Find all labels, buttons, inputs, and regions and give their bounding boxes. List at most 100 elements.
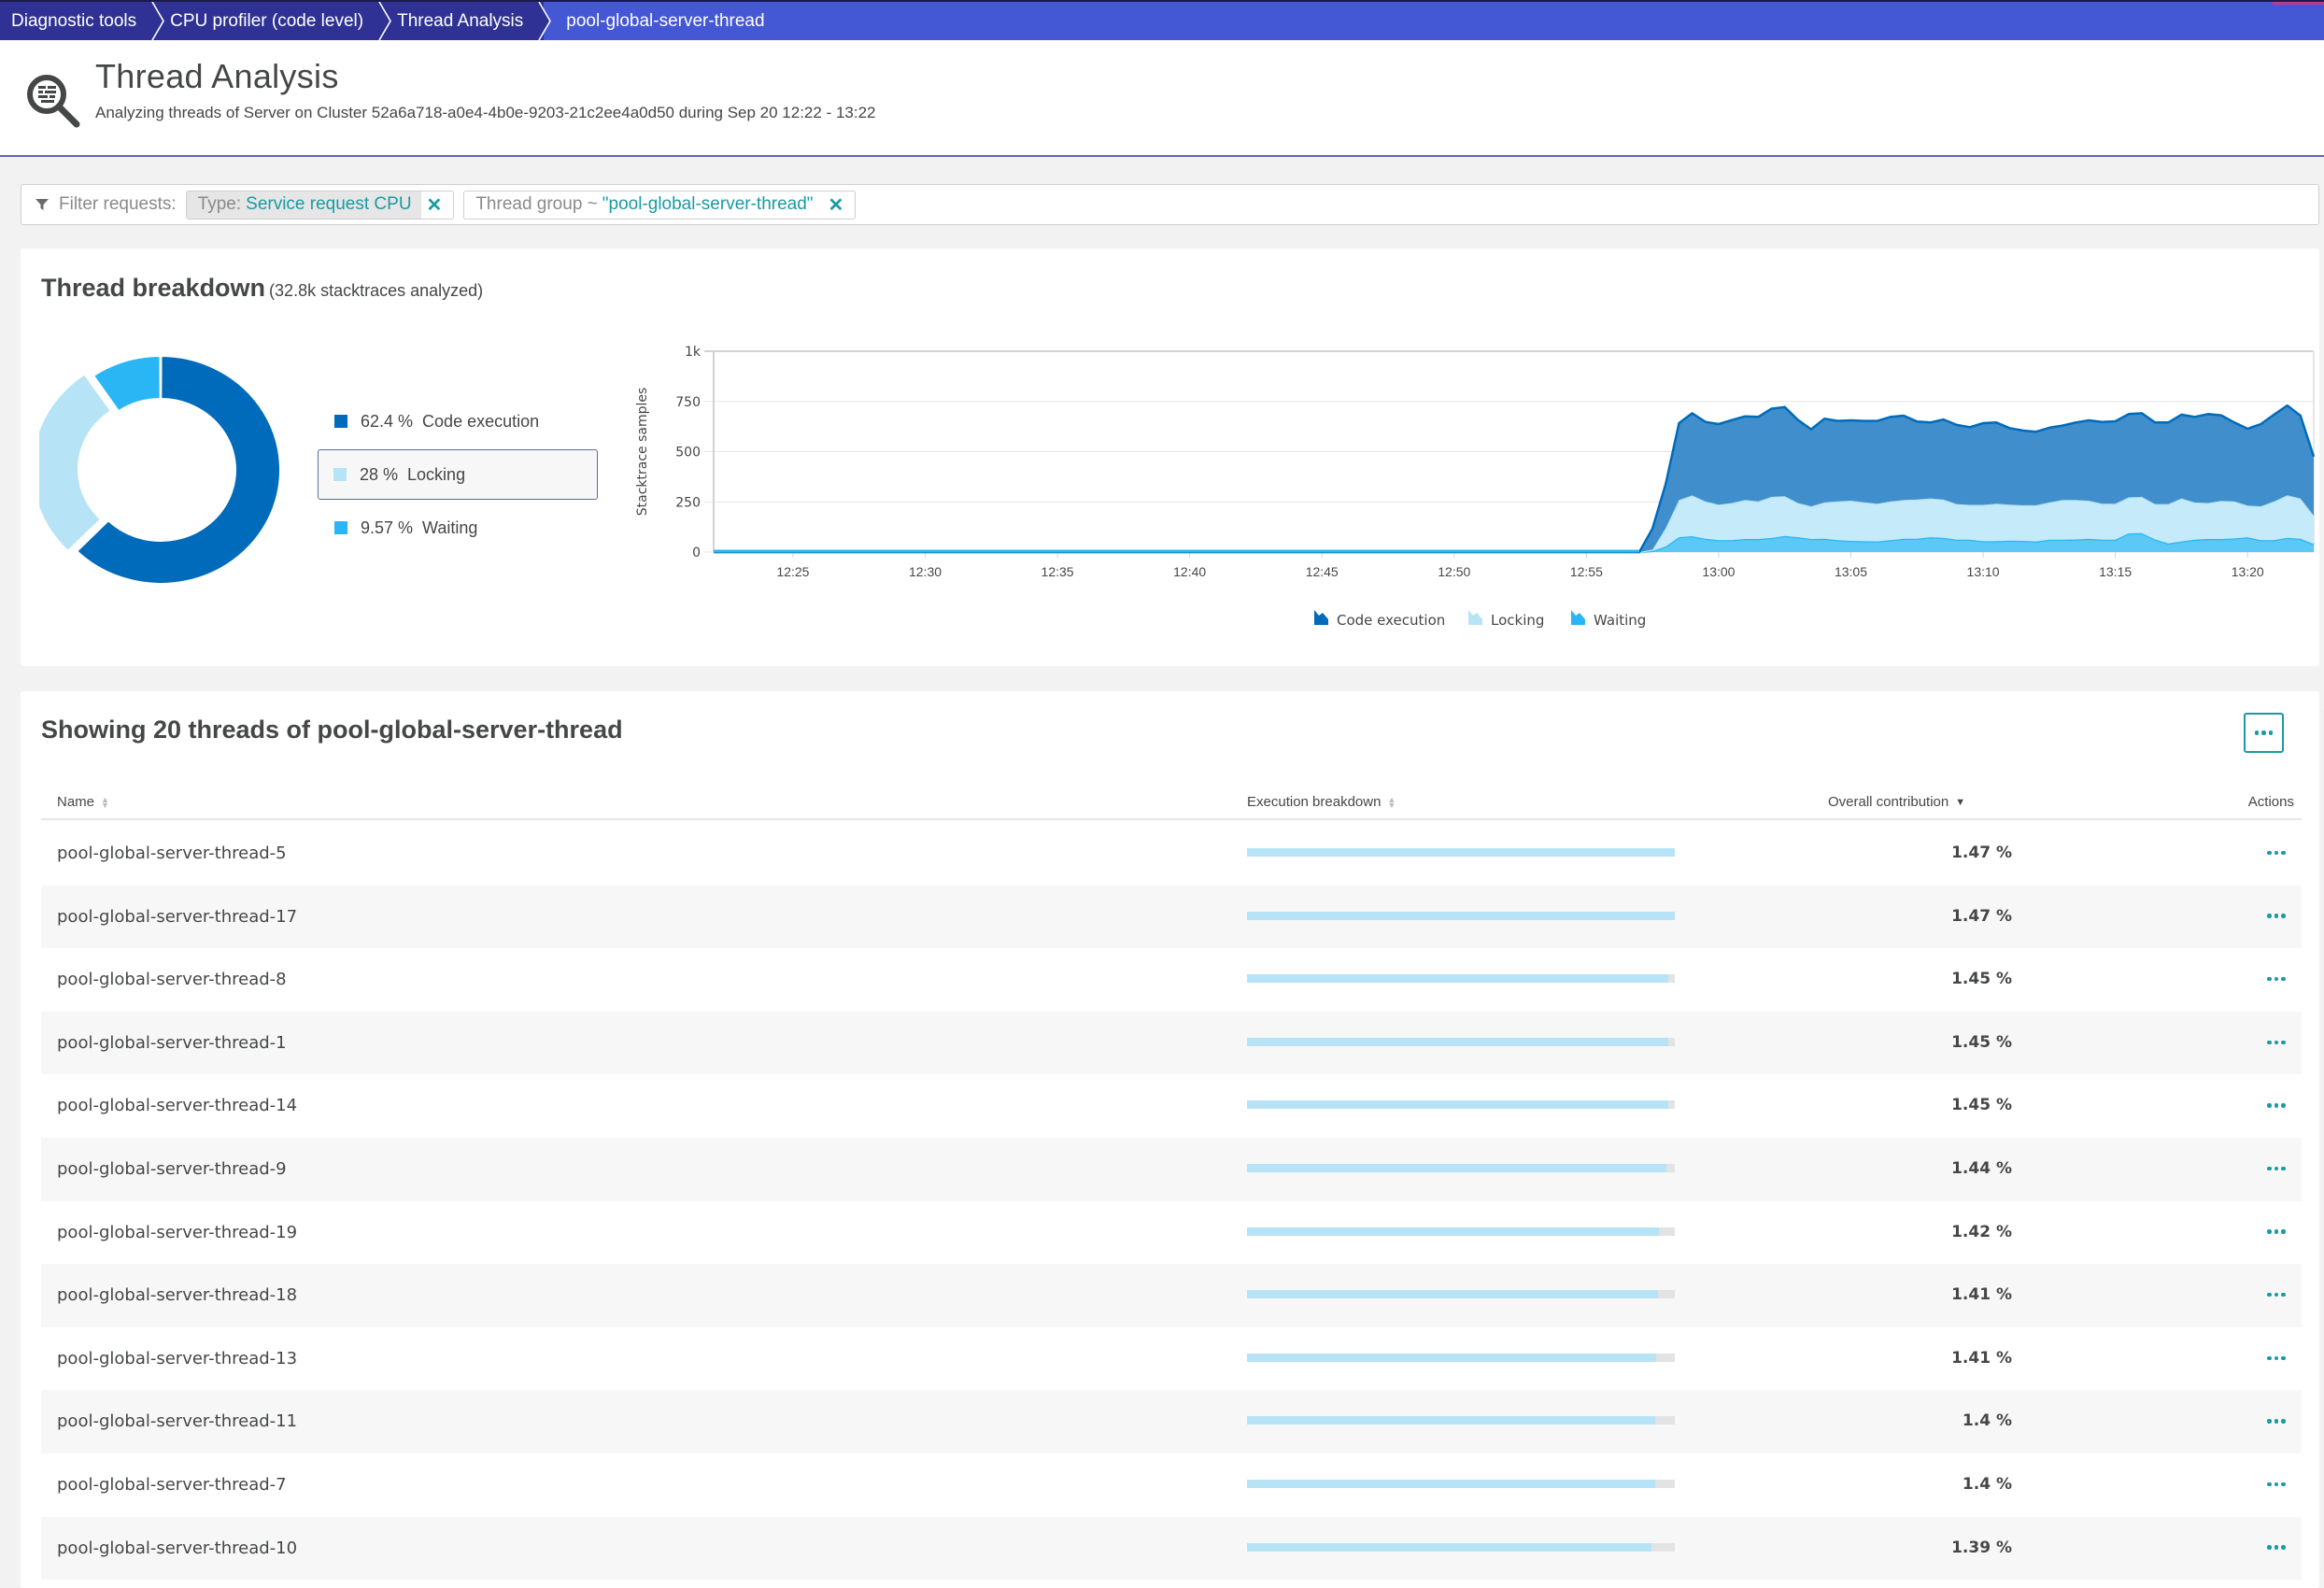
- overall-contribution-value: 1.44 %: [1951, 1158, 2012, 1178]
- chart-legend-label: Locking: [1491, 612, 1544, 629]
- execution-breakdown-fill: [1247, 1290, 1659, 1299]
- filter-chip-text: Type: Service request CPU: [186, 191, 421, 219]
- row-actions-button[interactable]: [2262, 1036, 2290, 1049]
- overall-contribution-value: 1.41 %: [1951, 1348, 2012, 1368]
- thread-name-link[interactable]: pool-global-server-thread-18: [57, 1285, 297, 1305]
- overall-contribution-value: 1.45 %: [1951, 970, 2012, 989]
- thread-name-link[interactable]: pool-global-server-thread-8: [57, 970, 287, 989]
- execution-breakdown-bar: [1247, 911, 1675, 920]
- row-actions-button[interactable]: [2262, 1288, 2290, 1301]
- remove-filter-icon[interactable]: ✕: [823, 193, 856, 217]
- row-actions-button[interactable]: [2262, 846, 2290, 859]
- more-options-button[interactable]: [2244, 713, 2284, 753]
- column-header-execution-breakdown[interactable]: Execution breakdown ▲ ▼: [1247, 794, 1396, 810]
- x-tick-label: 12:25: [776, 564, 809, 579]
- row-actions-button[interactable]: [2262, 910, 2290, 923]
- thread-name-link[interactable]: pool-global-server-thread-5: [57, 844, 287, 863]
- thread-name-link[interactable]: pool-global-server-thread-10: [57, 1538, 297, 1558]
- row-actions-button[interactable]: [2262, 1226, 2290, 1239]
- table-row[interactable]: pool-global-server-thread-1 1.45 %: [41, 1011, 2302, 1075]
- table-row[interactable]: pool-global-server-thread-11 1.4 %: [41, 1390, 2302, 1453]
- execution-breakdown-bar: [1247, 1037, 1675, 1046]
- execution-breakdown-fill: [1247, 1416, 1656, 1425]
- filter-chip-key: Thread group ~: [475, 194, 598, 214]
- table-row[interactable]: pool-global-server-thread-10 1.39 %: [41, 1516, 2302, 1581]
- table-row[interactable]: pool-global-server-thread-13 1.41 %: [41, 1327, 2302, 1391]
- thread-name-link[interactable]: pool-global-server-thread-7: [57, 1475, 287, 1495]
- remove-filter-icon[interactable]: ✕: [421, 193, 454, 217]
- column-header-name[interactable]: Name ▲ ▼: [57, 794, 109, 810]
- execution-breakdown-bar: [1247, 1290, 1675, 1299]
- more-icon: [2267, 1545, 2286, 1550]
- overall-contribution-value: 1.4 %: [1962, 1411, 2012, 1431]
- sort-icon: ▲ ▼: [101, 794, 109, 810]
- breadcrumb-label: Diagnostic tools: [11, 10, 137, 31]
- filter-bar[interactable]: Filter requests: Type: Service request C…: [21, 184, 2319, 225]
- execution-breakdown-bar: [1247, 848, 1675, 857]
- more-icon: [2267, 976, 2286, 982]
- filter-label: Filter requests:: [59, 194, 177, 214]
- y-tick-label: 0: [692, 546, 701, 560]
- row-actions-button[interactable]: [2262, 1478, 2290, 1491]
- threads-table-body: pool-global-server-thread-5 1.47 % pool-gl…: [41, 822, 2302, 1581]
- chart-legend-item[interactable]: Locking: [1468, 610, 1544, 629]
- row-actions-button[interactable]: [2262, 1414, 2290, 1427]
- breadcrumb: Diagnostic tools CPU profiler (code leve…: [0, 0, 2324, 40]
- breakdown-donut-chart: [39, 354, 281, 585]
- column-header-overall-contribution[interactable]: Overall contribution ▼: [1828, 794, 1965, 810]
- sort-icon: ▲ ▼: [1387, 794, 1396, 810]
- execution-breakdown-fill: [1247, 1479, 1656, 1488]
- page-header: Thread Analysis Analyzing threads of Ser…: [0, 40, 2324, 157]
- thread-name-link[interactable]: pool-global-server-thread-17: [57, 907, 297, 927]
- legend-swatch: [333, 468, 347, 481]
- execution-breakdown-fill: [1247, 911, 1675, 920]
- row-actions-button[interactable]: [2262, 1352, 2290, 1365]
- filter-chip-type[interactable]: Type: Service request CPU ✕: [185, 190, 455, 220]
- thread-name-link[interactable]: pool-global-server-thread-13: [57, 1349, 297, 1368]
- page-title: Thread Analysis: [95, 57, 339, 95]
- table-row[interactable]: pool-global-server-thread-17 1.47 %: [41, 885, 2302, 949]
- breadcrumb-label: Thread Analysis: [397, 10, 524, 31]
- filter-icon: [35, 199, 49, 210]
- legend-item-waiting[interactable]: 9.57 % Waiting: [318, 503, 598, 553]
- filter-chip-thread-group[interactable]: Thread group ~ "pool-global-server-threa…: [463, 190, 857, 220]
- legend-percent: 28 %: [360, 464, 399, 484]
- table-row[interactable]: pool-global-server-thread-5 1.47 %: [41, 822, 2302, 886]
- x-tick-label: 13:05: [1835, 564, 1867, 579]
- stacktrace-samples-area-chart[interactable]: 0 250 500 750 1k Stacktrace samples 12:25 12:30…: [618, 333, 2318, 650]
- chart-legend-item[interactable]: Code execution: [1314, 610, 1445, 629]
- execution-breakdown-bar: [1247, 1226, 1675, 1236]
- execution-breakdown-fill: [1247, 1037, 1669, 1046]
- legend-item-locking[interactable]: 28 % Locking: [318, 449, 598, 500]
- thread-name-link[interactable]: pool-global-server-thread-14: [57, 1096, 297, 1115]
- table-row[interactable]: pool-global-server-thread-19 1.42 %: [41, 1201, 2302, 1265]
- donut-slice-locking[interactable]: [39, 375, 110, 550]
- table-row[interactable]: pool-global-server-thread-8 1.45 %: [41, 948, 2302, 1012]
- table-row[interactable]: pool-global-server-thread-7 1.4 %: [41, 1453, 2302, 1517]
- breadcrumb-item-cpu-profiler[interactable]: CPU profiler (code level): [157, 2, 392, 40]
- chart-legend-item[interactable]: Waiting: [1571, 610, 1646, 629]
- row-actions-button[interactable]: [2262, 1541, 2290, 1554]
- table-row[interactable]: pool-global-server-thread-14 1.45 %: [41, 1074, 2302, 1138]
- more-icon: [2267, 1419, 2286, 1424]
- row-actions-button[interactable]: [2262, 972, 2290, 985]
- table-row[interactable]: pool-global-server-thread-18 1.41 %: [41, 1264, 2302, 1327]
- legend-swatch: [334, 521, 347, 534]
- x-tick-label: 12:50: [1438, 564, 1470, 579]
- x-tick-label: 12:35: [1042, 564, 1074, 579]
- thread-name-link[interactable]: pool-global-server-thread-1: [57, 1033, 287, 1053]
- row-actions-button[interactable]: [2262, 1162, 2290, 1175]
- thread-name-link[interactable]: pool-global-server-thread-19: [57, 1223, 297, 1242]
- breadcrumb-item-diagnostic-tools[interactable]: Diagnostic tools: [0, 2, 165, 40]
- table-row[interactable]: pool-global-server-thread-9 1.44 %: [41, 1137, 2302, 1201]
- top-accent-bar: [2273, 2, 2324, 5]
- threads-table-title: Showing 20 threads of pool-global-server…: [41, 716, 623, 744]
- breadcrumb-item-thread-analysis[interactable]: Thread Analysis: [384, 2, 552, 40]
- thread-name-link[interactable]: pool-global-server-thread-9: [57, 1159, 287, 1179]
- legend-swatch: [334, 415, 347, 428]
- legend-item-code-execution[interactable]: 62.4 % Code execution: [318, 396, 598, 447]
- row-actions-button[interactable]: [2262, 1099, 2290, 1112]
- filter-chip-value: "pool-global-server-thread": [602, 194, 814, 214]
- table-header: Name ▲ ▼ Execution breakdown ▲ ▼ Overall c…: [41, 781, 2302, 820]
- thread-name-link[interactable]: pool-global-server-thread-11: [57, 1411, 297, 1431]
